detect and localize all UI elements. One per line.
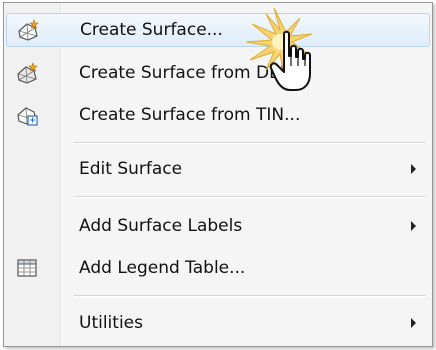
menu-item-label: Create Surface from TIN...: [79, 105, 301, 125]
menu-separator: [74, 142, 426, 144]
surface-star-icon: [15, 17, 41, 43]
submenu-arrow-icon: [411, 318, 416, 328]
table-icon: [14, 255, 40, 281]
submenu-arrow-icon: [411, 164, 416, 174]
menu-separator: [74, 295, 426, 297]
menu-item-edit-surface[interactable]: Edit Surface: [6, 152, 430, 186]
surface-star-icon: [14, 60, 40, 86]
menu-item-label: Utilities: [79, 313, 143, 333]
menu-item-create-surface[interactable]: Create Surface...: [6, 13, 430, 47]
surface-import-icon: [14, 102, 40, 128]
menu-item-label: Create Surface...: [80, 20, 223, 40]
menu-item-label: Add Surface Labels: [79, 216, 243, 236]
context-menu: Create Surface... Create Surface from DE…: [3, 2, 433, 347]
menu-item-create-surface-from-dem[interactable]: Create Surface from DEM...: [6, 56, 430, 90]
submenu-arrow-icon: [411, 221, 416, 231]
menu-item-add-surface-labels[interactable]: Add Surface Labels: [6, 209, 430, 243]
menu-item-create-surface-from-tin[interactable]: Create Surface from TIN...: [6, 98, 430, 132]
menu-item-label: Create Surface from DEM...: [79, 63, 311, 83]
menu-item-utilities[interactable]: Utilities: [6, 306, 430, 340]
menu-separator: [74, 196, 426, 198]
menu-item-label: Edit Surface: [79, 159, 183, 179]
menu-item-add-legend-table[interactable]: Add Legend Table...: [6, 251, 430, 285]
menu-item-label: Add Legend Table...: [79, 258, 246, 278]
